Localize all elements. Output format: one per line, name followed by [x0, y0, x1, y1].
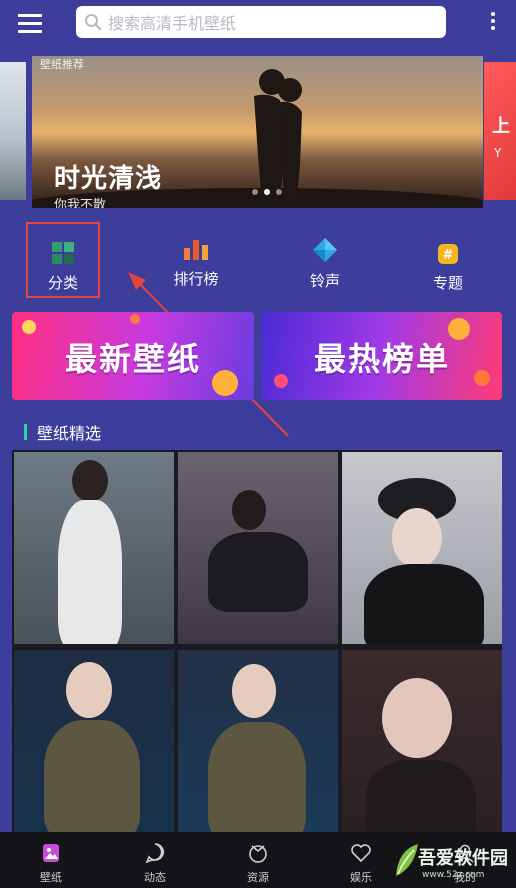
- hottest-list-banner[interactable]: 最热榜单: [262, 312, 502, 400]
- category-grid-icon: [52, 242, 74, 264]
- banner-subtitle: 你我不散: [54, 198, 107, 208]
- more-options-icon[interactable]: [489, 12, 497, 34]
- wallpaper-thumb[interactable]: [14, 650, 174, 832]
- hottest-list-label: 最热榜单: [313, 340, 450, 378]
- wallpaper-thumb[interactable]: [14, 452, 174, 644]
- search-icon: [85, 14, 102, 31]
- wallpaper-thumb[interactable]: [342, 650, 502, 832]
- wallpaper-icon: [43, 844, 59, 862]
- resource-icon: [249, 845, 267, 863]
- tab-entertainment[interactable]: 娱乐: [326, 832, 396, 888]
- ranking-label: 排行榜: [173, 270, 219, 288]
- tab-label: 娱乐: [350, 871, 372, 884]
- wallpaper-thumb[interactable]: [178, 452, 338, 644]
- banner-slide[interactable]: 壁纸推荐 时光清浅 你我不散: [32, 56, 483, 208]
- tab-label: 资源: [247, 871, 269, 884]
- menu-icon[interactable]: [18, 14, 42, 34]
- watermark-url: www.52z.com: [422, 870, 485, 880]
- banner-carousel[interactable]: 壁纸推荐 时光清浅 你我不散 上Y: [0, 56, 516, 208]
- ranking-button[interactable]: 排行榜: [170, 238, 222, 289]
- topic-label: 专题: [432, 274, 463, 292]
- quick-links: 分类 排行榜 铃声 # 专题: [0, 222, 516, 302]
- section-title-text: 壁纸精选: [37, 424, 102, 443]
- site-watermark: 吾爱软件园 www.52z.com: [392, 838, 516, 886]
- banner-title: 时光清浅: [54, 164, 163, 194]
- latest-wallpapers-banner[interactable]: 最新壁纸: [12, 312, 254, 400]
- carousel-dots: [252, 180, 288, 199]
- top-bar: 搜索高清手机壁纸: [0, 0, 516, 56]
- tab-resource[interactable]: 资源: [223, 832, 293, 888]
- banner-prev-peek[interactable]: [0, 62, 26, 200]
- leaf-logo-icon: [396, 844, 418, 876]
- wallpaper-grid: [12, 450, 502, 832]
- category-label: 分类: [47, 274, 78, 292]
- latest-wallpapers-label: 最新壁纸: [64, 340, 201, 378]
- wallpaper-thumb[interactable]: [342, 452, 502, 644]
- banner-next-peek[interactable]: 上Y: [484, 62, 516, 200]
- section-title: 壁纸精选: [24, 420, 101, 444]
- ringtone-button[interactable]: 铃声: [305, 238, 345, 291]
- topic-hash-icon: #: [438, 244, 458, 264]
- tab-label: 动态: [144, 871, 166, 884]
- ringtone-label: 铃声: [309, 272, 340, 290]
- ringtone-diamond-icon: [313, 238, 337, 262]
- svg-text:#: #: [443, 248, 454, 263]
- search-input[interactable]: 搜索高清手机壁纸: [76, 6, 446, 38]
- tab-dynamic[interactable]: 动态: [120, 832, 190, 888]
- section-accent-bar: [24, 424, 27, 440]
- topic-button[interactable]: # 专题: [428, 244, 468, 293]
- tab-wallpaper[interactable]: 壁纸: [16, 832, 86, 888]
- category-button[interactable]: 分类: [26, 222, 100, 298]
- search-placeholder: 搜索高清手机壁纸: [108, 14, 237, 33]
- dynamic-icon: [145, 843, 164, 864]
- watermark-text: 吾爱软件园: [418, 848, 508, 869]
- heart-icon: [351, 844, 371, 863]
- wallpaper-thumb[interactable]: [178, 650, 338, 832]
- ranking-bars-icon: [184, 240, 208, 260]
- tab-label: 壁纸: [40, 871, 62, 884]
